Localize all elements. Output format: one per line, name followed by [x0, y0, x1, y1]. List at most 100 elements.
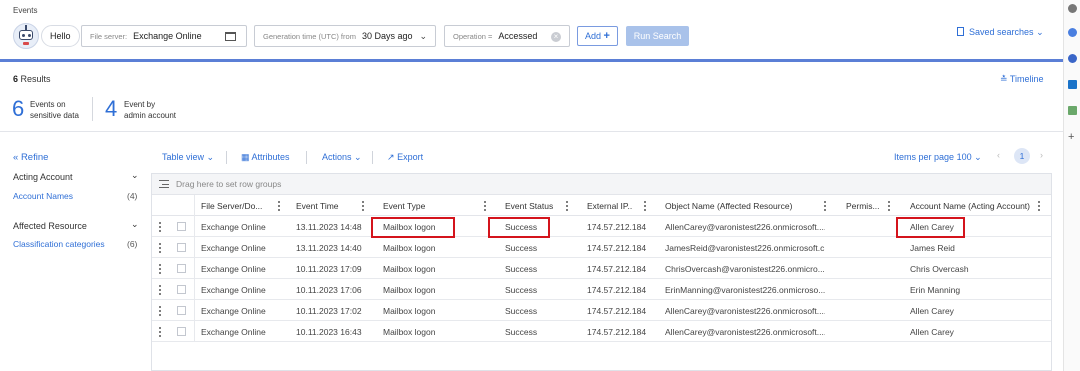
row-checkbox[interactable]	[177, 285, 186, 294]
timeline-toggle[interactable]: ≛ Timeline	[1000, 74, 1044, 85]
events-grid: Drag here to set row groups File Server/…	[151, 173, 1052, 371]
table-row[interactable]: Exchange Online 10.11.2023 16:43 Mailbox l…	[152, 321, 1051, 342]
column-menu-icon[interactable]	[278, 201, 280, 211]
cell-external-ip: 174.57.212.184	[587, 306, 647, 316]
facet-title-affected-resource[interactable]: Affected Resource	[13, 221, 87, 231]
current-page-button[interactable]: 1	[1014, 148, 1030, 164]
cell-account-name: Chris Overcash	[910, 264, 969, 274]
run-search-button[interactable]: Run Search	[626, 26, 689, 46]
table-row[interactable]: Exchange Online 13.11.2023 14:40 Mailbox l…	[152, 237, 1051, 258]
stat-divider	[92, 97, 93, 121]
chevron-down-icon[interactable]: ⌄	[131, 219, 139, 230]
plus-icon: +	[603, 30, 610, 42]
cell-event-time: 13.11.2023 14:48	[296, 222, 362, 232]
cell-external-ip: 174.57.212.184	[587, 327, 647, 337]
row-checkbox[interactable]	[177, 327, 186, 336]
column-header-external-ip[interactable]: External IP...	[587, 201, 633, 211]
row-checkbox[interactable]	[177, 264, 186, 273]
clear-icon[interactable]: ×	[551, 32, 561, 42]
row-menu-icon[interactable]	[159, 285, 161, 295]
row-menu-icon[interactable]	[159, 243, 161, 253]
refine-toggle[interactable]: « Refine	[13, 152, 48, 163]
column-header-object-name[interactable]: Object Name (Affected Resource)	[665, 201, 815, 211]
column-header-account-name[interactable]: Account Name (Acting Account)	[910, 201, 1035, 211]
column-menu-icon[interactable]	[362, 201, 364, 211]
row-checkbox[interactable]	[177, 243, 186, 252]
row-group-dropzone[interactable]: Drag here to set row groups	[152, 174, 1051, 195]
stat-admin-value[interactable]: 4	[105, 96, 117, 122]
profile-icon[interactable]	[1068, 4, 1077, 13]
column-header-event-time[interactable]: Event Time	[296, 201, 356, 211]
facet-count: (4)	[127, 191, 138, 201]
add-icon[interactable]: +	[1068, 132, 1077, 143]
table-row[interactable]: Exchange Online 10.11.2023 17:02 Mailbox l…	[152, 300, 1051, 321]
events-page: Events Hello File server: Exchange Onlin…	[0, 0, 1080, 371]
stat-sensitive-value[interactable]: 6	[12, 96, 24, 122]
cell-object-name: ChrisOvercash@varonistest226.onmicro...	[665, 264, 825, 274]
filter-label: File server:	[90, 31, 128, 41]
operation-filter[interactable]: Operation = Accessed ×	[444, 25, 570, 47]
row-menu-icon[interactable]	[159, 222, 161, 232]
saved-searches-button[interactable]: Saved searches ⌄	[957, 27, 1044, 38]
table-view-menu[interactable]: Table view ⌄	[162, 152, 214, 163]
cell-account-name: Erin Manning	[910, 285, 961, 295]
items-per-page-select[interactable]: Items per page 100 ⌄	[894, 152, 982, 163]
export-button[interactable]: ↗ Export	[387, 152, 423, 163]
row-checkbox[interactable]	[177, 306, 186, 315]
row-menu-icon[interactable]	[159, 327, 161, 337]
export-icon: ↗	[387, 152, 395, 162]
column-divider	[194, 258, 195, 279]
column-header-event-status[interactable]: Event Status	[505, 201, 565, 211]
app-icon[interactable]	[1068, 54, 1077, 63]
next-page-icon[interactable]: ›	[1040, 150, 1043, 160]
add-filter-button[interactable]: Add +	[577, 26, 618, 46]
highlight-event-status	[488, 217, 550, 238]
prev-page-icon[interactable]: ‹	[997, 150, 1000, 160]
outlook-icon[interactable]	[1068, 80, 1077, 89]
calendar-icon[interactable]	[225, 32, 236, 41]
actions-menu[interactable]: Actions ⌄	[322, 152, 362, 163]
group-hint: Drag here to set row groups	[176, 179, 282, 189]
cell-file-server: Exchange Online	[201, 327, 266, 337]
cell-external-ip: 174.57.212.184	[587, 243, 647, 253]
chevron-double-down-icon: ≛	[1000, 74, 1008, 84]
cell-file-server: Exchange Online	[201, 243, 266, 253]
row-checkbox[interactable]	[177, 222, 186, 231]
column-menu-icon[interactable]	[888, 201, 890, 211]
cell-event-status: Success	[505, 243, 538, 253]
column-header-event-type[interactable]: Event Type	[383, 201, 473, 211]
column-header-file-server[interactable]: File Server/Do...	[201, 201, 267, 211]
file-server-filter[interactable]: File server: Exchange Online	[81, 25, 247, 47]
section-title: Events	[13, 6, 38, 15]
cell-account-name: James Reid	[910, 243, 955, 253]
cell-event-type: Mailbox logon	[383, 285, 436, 295]
table-row[interactable]: Exchange Online 10.11.2023 17:09 Mailbox l…	[152, 258, 1051, 279]
column-menu-icon[interactable]	[644, 201, 646, 211]
cell-event-time: 10.11.2023 16:43	[296, 327, 362, 337]
column-divider	[194, 279, 195, 300]
app-icon[interactable]	[1068, 106, 1077, 115]
facet-item-classification[interactable]: Classification categories	[13, 239, 105, 249]
chevron-down-icon[interactable]: ⌄	[131, 170, 139, 181]
column-menu-icon[interactable]	[1038, 201, 1040, 211]
cell-object-name: JamesReid@varonistest226.onmicrosoft.c..…	[665, 243, 825, 253]
attributes-button[interactable]: ▦ Attributes	[241, 152, 290, 163]
column-menu-icon[interactable]	[484, 201, 486, 211]
cell-file-server: Exchange Online	[201, 306, 266, 316]
app-icon[interactable]	[1068, 28, 1077, 37]
chevron-down-icon[interactable]: ⌄	[419, 31, 427, 42]
row-menu-icon[interactable]	[159, 264, 161, 274]
robot-avatar-icon[interactable]	[13, 23, 39, 49]
table-row[interactable]: Exchange Online 10.11.2023 17:06 Mailbox l…	[152, 279, 1051, 300]
generation-time-filter[interactable]: Generation time (UTC) from 30 Days ago ⌄	[254, 25, 436, 47]
column-header-permissions[interactable]: Permis...	[846, 201, 880, 211]
row-menu-icon[interactable]	[159, 306, 161, 316]
facet-title-acting-account[interactable]: Acting Account	[13, 172, 73, 182]
facet-item-account-names[interactable]: Account Names	[13, 191, 73, 201]
column-menu-icon[interactable]	[824, 201, 826, 211]
column-menu-icon[interactable]	[566, 201, 568, 211]
highlight-account-name	[896, 217, 965, 238]
cell-account-name: Allen Carey	[910, 306, 954, 316]
cell-file-server: Exchange Online	[201, 264, 266, 274]
column-divider	[194, 195, 195, 216]
